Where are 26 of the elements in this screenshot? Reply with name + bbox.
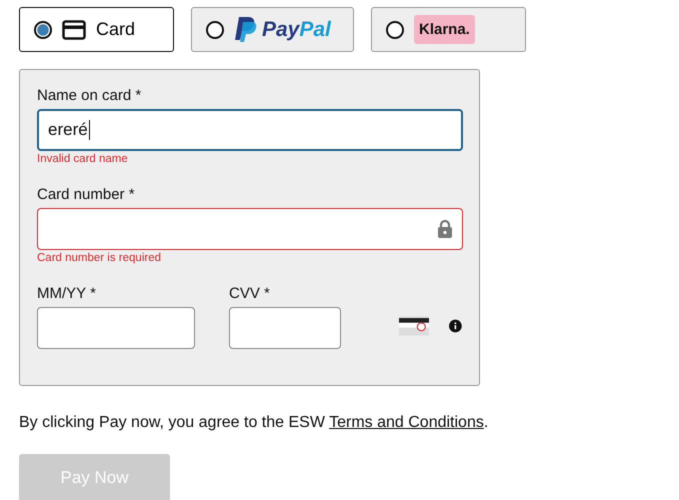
- name-input-field[interactable]: ereré: [37, 109, 463, 151]
- paypal-logo-icon: [234, 16, 258, 44]
- radio-button[interactable]: [34, 20, 52, 38]
- card-number-input-field[interactable]: [37, 208, 463, 250]
- radio-button[interactable]: [386, 20, 404, 38]
- error-message: Card number is required: [37, 252, 162, 264]
- field-label: MM/YY *: [37, 285, 97, 304]
- radio-button[interactable]: [206, 20, 224, 38]
- terms-link[interactable]: Terms and Conditions: [329, 414, 484, 431]
- field-label: Card number *: [37, 186, 136, 205]
- lock-icon: [437, 219, 453, 239]
- paypal-logo-text: PayPal: [262, 18, 331, 42]
- expiry-input-field[interactable]: [37, 307, 195, 349]
- field-label: CVV *: [229, 285, 271, 304]
- payment-method-option[interactable]: Card: [19, 7, 174, 52]
- klarna-logo: Klarna.: [414, 15, 475, 44]
- card-back-icon: [399, 314, 430, 338]
- cvv-input-field[interactable]: [229, 307, 341, 349]
- field-label: Name on card *: [37, 87, 142, 106]
- payment-method-option[interactable]: PayPal: [191, 7, 354, 52]
- terms-agreement-text: By clicking Pay now, you agree to the ESW Terms and Conditions.: [19, 414, 490, 432]
- payment-method-option[interactable]: Klarna.: [371, 7, 526, 52]
- error-message: Invalid card name: [37, 153, 129, 165]
- info-icon[interactable]: [449, 318, 462, 334]
- card-label: Card: [96, 19, 136, 40]
- credit-card-icon: [62, 20, 86, 40]
